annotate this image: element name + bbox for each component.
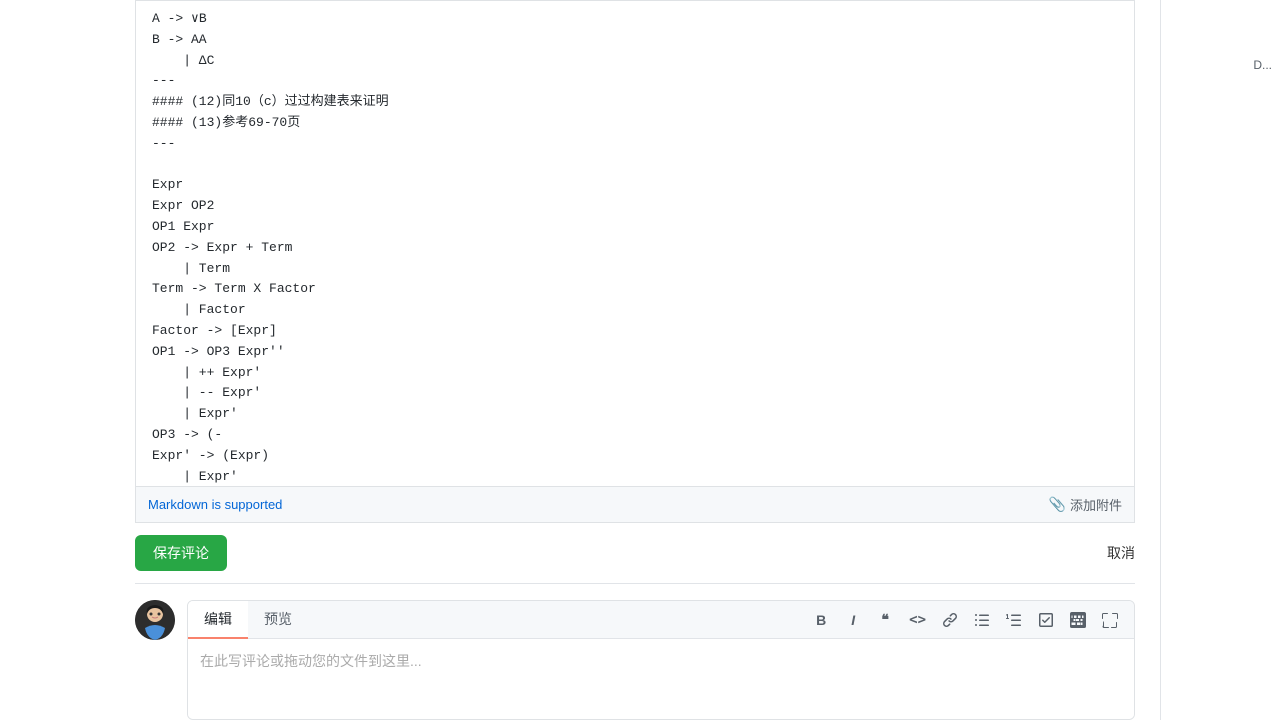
editor-area: A -> ∨B B -> AA | ΔC --- #### (12)同10（c）… <box>135 0 1135 523</box>
page-container: A -> ∨B B -> AA | ΔC --- #### (12)同10（c）… <box>0 0 1280 720</box>
markdown-supported-link[interactable]: Markdown is supported <box>148 497 282 512</box>
attach-file-button[interactable]: 📎 添加附件 <box>1049 495 1122 514</box>
fullscreen-button[interactable] <box>1098 610 1122 630</box>
right-panel: D... <box>1160 0 1280 720</box>
attach-label: 添加附件 <box>1070 495 1122 514</box>
tab-preview[interactable]: 预览 <box>248 601 308 639</box>
italic-button[interactable]: I <box>841 610 865 630</box>
tab-edit[interactable]: 编辑 <box>188 601 248 639</box>
comment-input[interactable]: 在此写评论或拖动您的文件到这里... <box>188 639 1134 719</box>
task-list-button[interactable] <box>1034 610 1058 630</box>
ordered-list-button[interactable] <box>1002 610 1026 630</box>
unordered-list-button[interactable] <box>970 610 994 630</box>
right-panel-content: D... <box>1253 58 1272 72</box>
attach-icon: 📎 <box>1049 496 1066 513</box>
code-button[interactable]: <> <box>905 610 930 630</box>
new-comment-area: 编辑 预览 B I ❝ <> <box>135 583 1135 720</box>
bold-button[interactable]: B <box>809 610 833 630</box>
code-editor[interactable]: A -> ∨B B -> AA | ΔC --- #### (12)同10（c）… <box>136 1 1134 486</box>
link-button[interactable] <box>938 610 962 630</box>
cancel-button[interactable]: 取消 <box>1107 543 1135 563</box>
table-button[interactable] <box>1066 610 1090 630</box>
avatar <box>135 600 175 640</box>
editor-footer: Markdown is supported 📎 添加附件 <box>136 486 1134 522</box>
save-button[interactable]: 保存评论 <box>135 535 227 571</box>
action-row: 保存评论 取消 <box>135 523 1135 583</box>
comment-editor: 编辑 预览 B I ❝ <> <box>187 600 1135 720</box>
comment-editor-header: 编辑 预览 B I ❝ <> <box>188 601 1134 639</box>
quote-button[interactable]: ❝ <box>873 609 897 630</box>
toolbar-right: B I ❝ <> <box>797 601 1134 638</box>
